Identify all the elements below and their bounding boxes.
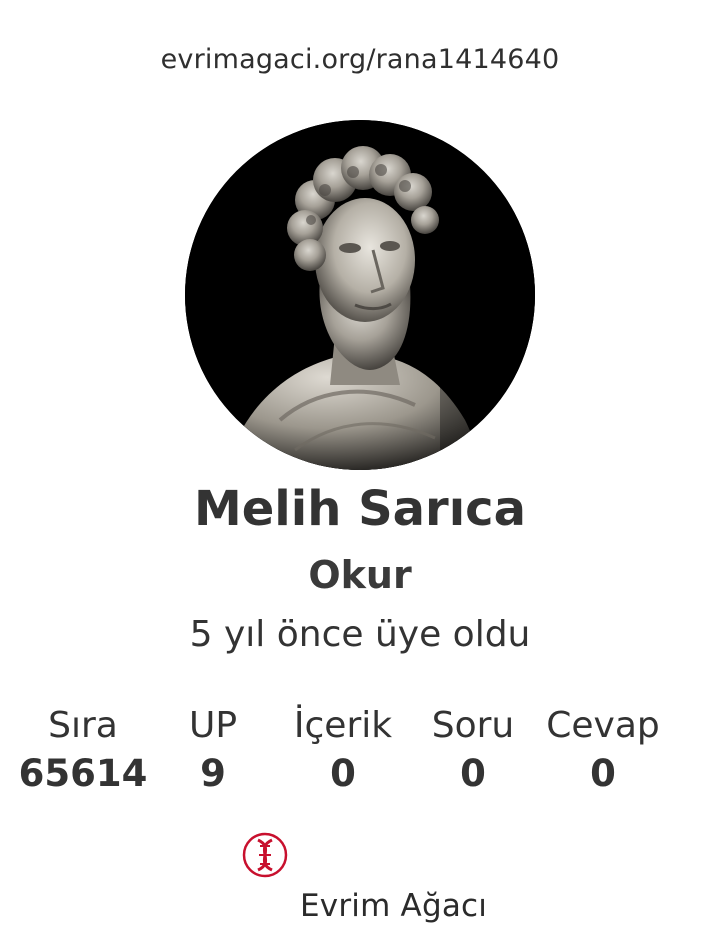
stat-value: 0 xyxy=(330,752,356,795)
bust-portrait-image xyxy=(185,120,535,470)
stat-up: UP 9 xyxy=(148,702,278,798)
stat-rank: Sıra 65614 xyxy=(18,702,148,798)
joined-text: 5 yıl önce üye oldu xyxy=(189,614,531,655)
stat-content: İçerik 0 xyxy=(278,702,408,798)
stat-label: Cevap xyxy=(546,705,660,746)
profile-name: Melih Sarıca xyxy=(193,481,527,537)
profile-role: Okur xyxy=(308,553,412,597)
stat-label: İçerik xyxy=(293,705,393,746)
stat-label: Sıra xyxy=(48,705,118,746)
avatar xyxy=(185,120,535,470)
dna-helix-icon xyxy=(242,832,288,878)
stat-questions: Soru 0 xyxy=(408,702,538,798)
stats-row: Sıra 65614 UP 9 İçerik 0 Soru 0 Cevap 0 xyxy=(18,702,668,798)
stat-label: Soru xyxy=(431,705,515,746)
stat-value: 0 xyxy=(460,752,486,795)
stat-value: 9 xyxy=(200,752,226,795)
stat-value: 0 xyxy=(590,752,616,795)
profile-url: evrimagaci.org/rana1414640 xyxy=(160,44,560,75)
stat-value: 65614 xyxy=(18,752,148,795)
stat-answers: Cevap 0 xyxy=(538,702,668,798)
brand-name: Evrim Ağacı xyxy=(300,888,488,924)
stat-label: UP xyxy=(188,705,238,746)
